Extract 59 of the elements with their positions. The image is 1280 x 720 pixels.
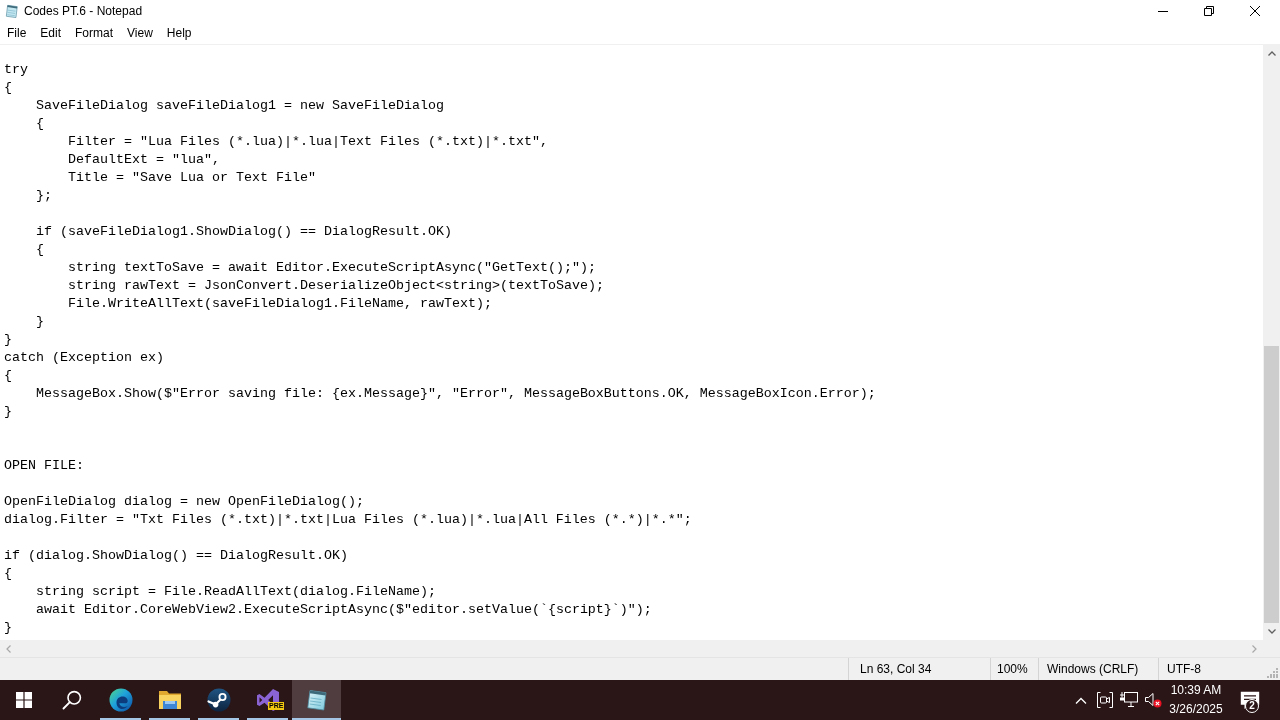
code-line: string textToSave = await Editor.ExecuteScriptAsync("GetText();"); (68, 260, 596, 275)
menu-item[interactable]: View (120, 23, 160, 43)
code-line: OPEN FILE: (4, 458, 84, 473)
speaker-muted-icon[interactable] (1143, 692, 1162, 708)
notification-button[interactable]: 2 (1228, 680, 1272, 720)
menu-item[interactable]: Format (68, 23, 121, 43)
window-title: Codes PT.6 - Notepad (24, 4, 144, 18)
zoom-level: 100% (997, 662, 1028, 676)
code-line: DefaultExt = "lua", (68, 152, 220, 167)
code-line: { (4, 80, 12, 95)
notification-count: 2 (1245, 699, 1259, 713)
close-icon[interactable] (1250, 6, 1260, 16)
code-line: OpenFileDialog dialog = new OpenFileDialog(); (4, 494, 364, 509)
line-ending: Windows (CRLF) (1047, 662, 1139, 676)
chevron-down-icon[interactable] (1267, 629, 1276, 634)
code-line: { (4, 368, 12, 383)
video-camera-icon[interactable] (1097, 692, 1113, 708)
clock-date[interactable]: 3/26/2025 (1169, 700, 1223, 719)
notepad-icon[interactable] (304, 688, 329, 712)
code-line: } (4, 404, 12, 419)
encoding: UTF-8 (1167, 662, 1201, 676)
code-line: try (4, 62, 28, 77)
vertical-scrollbar[interactable] (1263, 45, 1280, 640)
restore-icon[interactable] (1204, 6, 1214, 16)
notepad-icon (5, 3, 19, 19)
code-line: catch (Exception ex) (4, 350, 164, 365)
search-icon[interactable] (62, 690, 82, 710)
code-line: if (saveFileDialog1.ShowDialog() == DialogResult.OK) (36, 224, 452, 239)
size-grip-icon[interactable] (1267, 667, 1278, 678)
menu-item[interactable]: Help (159, 23, 199, 43)
code-line: if (dialog.ShowDialog() == DialogResult.OK) (4, 548, 348, 563)
four-squares-icon[interactable] (16, 692, 32, 708)
code-line: Title = "Save Lua or Text File" (68, 170, 316, 185)
code-line: string script = File.ReadAllText(dialog.FileName); (36, 584, 436, 599)
code-line: Filter = "Lua Files (*.lua)|*.lua|Text Files (*.txt)|*.txt", (68, 134, 548, 149)
code-line: dialog.Filter = "Txt Files (*.txt)|*.txt|Lua Files (*.lua)|*.lua|All Files (*.*)|*.*"; (4, 512, 692, 527)
folder-icon[interactable] (157, 690, 182, 710)
swirl-icon[interactable] (108, 688, 133, 712)
code-line: await Editor.CoreWebView2.ExecuteScriptAsync($"editor.setValue(`{script}`)"); (36, 602, 652, 617)
code-line: { (4, 566, 12, 581)
code-line: { (36, 242, 44, 257)
cursor-position: Ln 63, Col 34 (860, 662, 932, 676)
network-icon[interactable] (1120, 692, 1138, 708)
scrollbar-thumb[interactable] (1264, 346, 1279, 623)
code-line: } (4, 620, 12, 635)
code-line: { (36, 116, 44, 131)
code-line: string rawText = JsonConvert.DeserializeObject<string>(textToSave); (68, 278, 604, 293)
code-line: SaveFileDialog saveFileDialog1 = new SaveFileDialog (36, 98, 444, 113)
code-line: } (36, 314, 44, 329)
code-line: MessageBox.Show($"Error saving file: {ex.Message}", "Error", MessageBoxButtons.OK, MessageBoxIcon.Error); (36, 386, 876, 401)
menu-item[interactable]: Edit (33, 23, 69, 43)
clock-time[interactable]: 10:39 AM (1170, 681, 1222, 700)
taskbar-button[interactable] (292, 680, 341, 720)
minimize-icon[interactable] (1158, 10, 1168, 12)
code-line: File.WriteAllText(saveFileDialog1.FileName, rawText); (68, 296, 492, 311)
menu-item[interactable]: File (0, 23, 34, 43)
code-line: }; (36, 188, 52, 203)
code-line: } (4, 332, 12, 347)
disc-icon[interactable] (206, 688, 231, 712)
